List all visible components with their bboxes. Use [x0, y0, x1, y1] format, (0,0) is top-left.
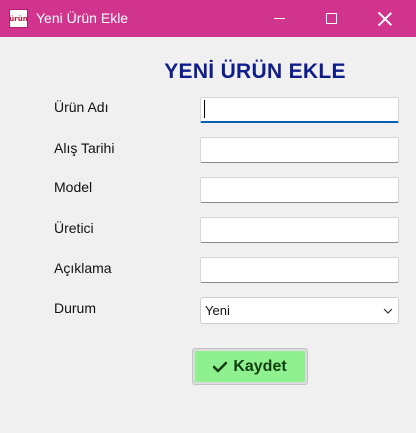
product-name-input[interactable] [200, 97, 399, 123]
status-selected-value: Yeni [205, 303, 230, 318]
save-button-face: Kaydet [195, 351, 305, 382]
chevron-down-icon [383, 308, 393, 314]
description-input[interactable] [200, 257, 399, 283]
label-model: Model [54, 179, 93, 195]
text-caret [204, 100, 205, 118]
label-purchase-date: Alış Tarihi [54, 140, 115, 156]
app-icon-text: ürün [9, 14, 28, 23]
title-bar[interactable]: ürün Yeni Ürün Ekle [0, 0, 416, 37]
purchase-date-input[interactable] [200, 137, 399, 163]
save-button[interactable]: Kaydet [192, 348, 308, 385]
status-dropdown[interactable]: Yeni [200, 297, 399, 324]
close-icon [378, 12, 392, 26]
manufacturer-input[interactable] [200, 217, 399, 243]
save-button-label: Kaydet [233, 357, 287, 375]
label-product-name: Ürün Adı [54, 99, 109, 115]
label-description: Açıklama [54, 260, 112, 276]
checkmark-icon [213, 361, 228, 372]
app-icon: ürün [9, 9, 28, 28]
window-title: Yeni Ürün Ekle [36, 10, 129, 26]
label-status: Durum [54, 300, 97, 316]
minimize-icon [273, 18, 285, 19]
form-heading: YENİ ÜRÜN EKLE [164, 60, 346, 83]
maximize-button[interactable] [308, 0, 354, 37]
maximize-icon [325, 13, 337, 24]
close-button[interactable] [362, 0, 408, 37]
minimize-button[interactable] [256, 0, 302, 37]
label-manufacturer: Üretici [54, 220, 94, 236]
model-input[interactable] [200, 177, 399, 203]
